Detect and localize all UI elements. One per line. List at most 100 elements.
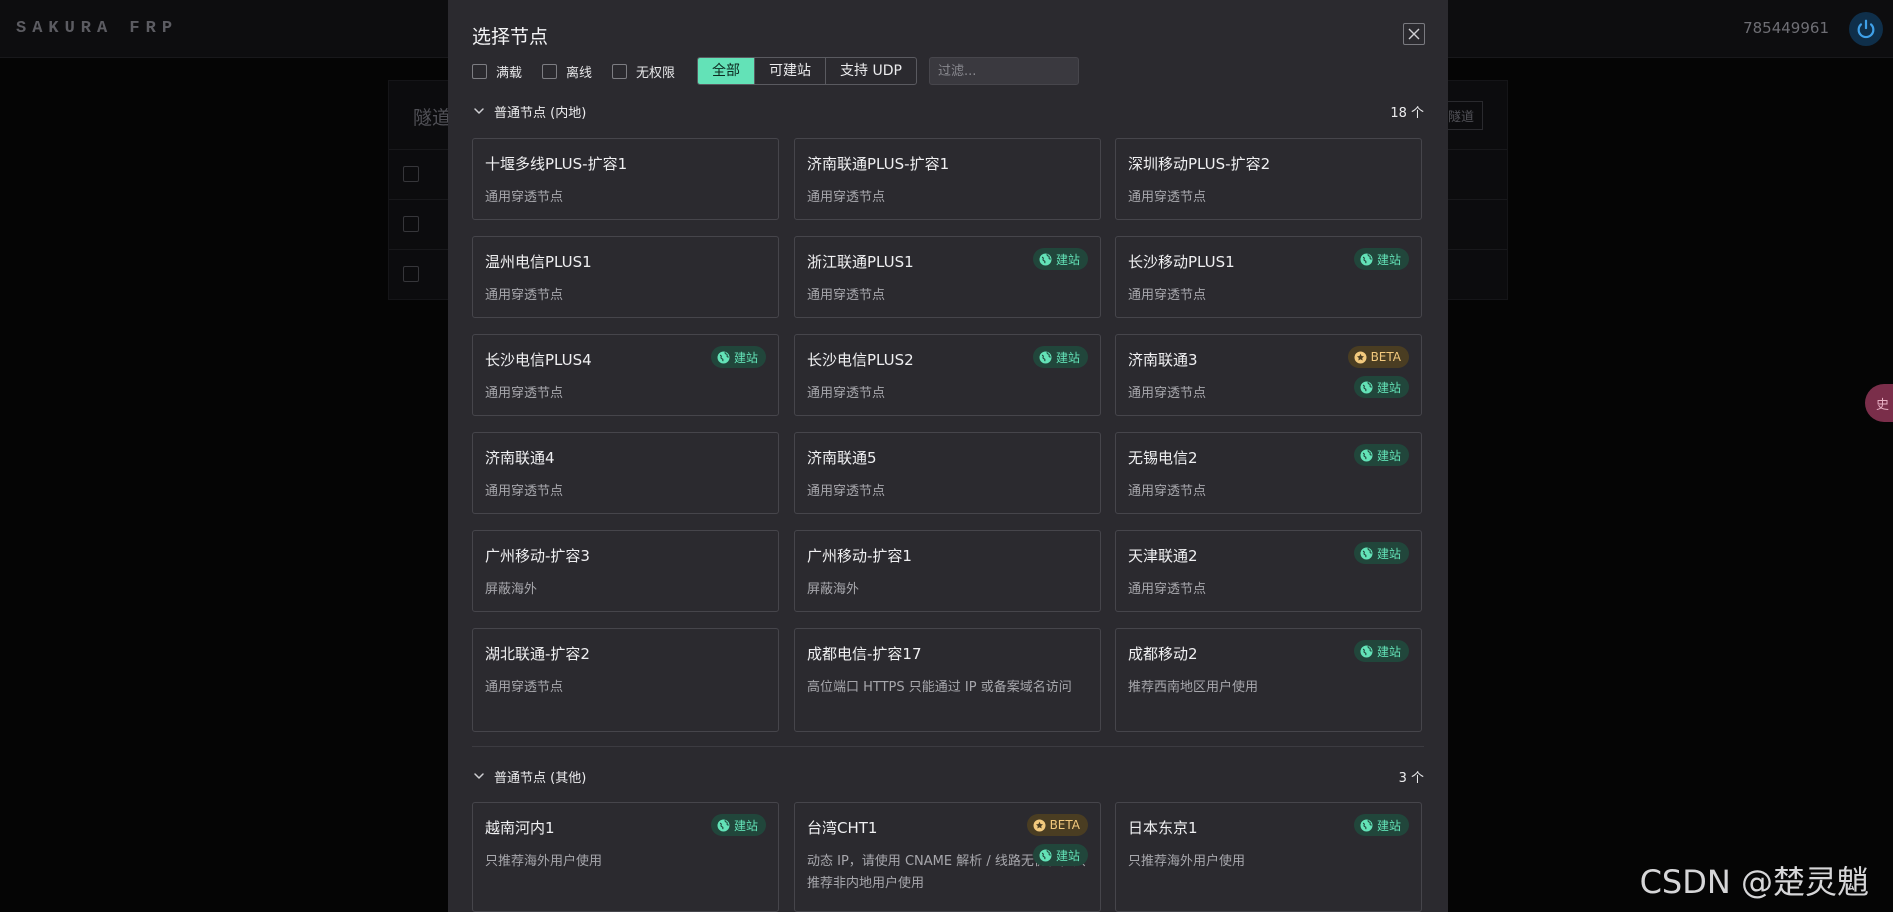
checkbox-box[interactable] [542,63,558,79]
globe-icon [1360,819,1373,831]
row-checkbox[interactable] [403,266,419,282]
node-name: 温州电信PLUS1 [485,253,592,271]
node-name: 十堰多线PLUS-扩容1 [485,155,628,173]
node-card[interactable]: 温州电信PLUS1 通用穿透节点 [472,236,779,318]
node-description: 通用穿透节点 [807,386,886,401]
user-id[interactable]: 785449961 [1743,19,1829,37]
node-description: 屏蔽海外 [807,582,860,597]
badge-label: 建站 [1055,848,1080,863]
node-card[interactable]: 成都电信-扩容17 高位端口 HTTPS 只能通过 IP 或备案域名访问 [794,628,1101,732]
node-description: 通用穿透节点 [1128,190,1207,205]
star-icon [1354,351,1367,363]
node-card[interactable]: 成都移动2 推荐西南地区用户使用 建站 [1115,628,1422,732]
globe-icon [717,351,730,363]
chevron-down-icon [474,108,484,114]
select-node-modal: 选择节点 满载 离线 无权限 全部 可建站 支持 UDP 普通节点 (内地) 18… [448,0,1448,912]
badge-label: 建站 [1376,448,1401,463]
node-card[interactable]: 长沙电信PLUS4 通用穿透节点 建站 [472,334,779,416]
node-description: 通用穿透节点 [485,484,564,499]
node-description: 通用穿透节点 [485,190,564,205]
badge-label: 建站 [1055,350,1080,365]
node-name: 长沙电信PLUS2 [807,351,914,369]
brand-logo[interactable]: SAKURA FRP [16,19,178,38]
node-card[interactable]: 广州移动-扩容1 屏蔽海外 [794,530,1101,612]
node-card[interactable]: 济南联通3 通用穿透节点 BETA 建站 [1115,334,1422,416]
checkbox-label: 满载 [496,65,523,81]
filter-bar: 满载 离线 无权限 全部 可建站 支持 UDP [472,57,1079,85]
group-count: 18 个 [1390,105,1424,121]
power-button[interactable] [1849,12,1883,46]
node-card[interactable]: 台湾CHT1 动态 IP，请使用 CNAME 解析 / 线路无优化，只推荐非内地用… [794,802,1101,912]
node-name: 无锡电信2 [1128,449,1198,467]
node-name: 广州移动-扩容1 [807,547,912,565]
node-description: 通用穿透节点 [807,288,886,303]
web-hosting-badge: 建站 [1353,814,1409,836]
node-type-segmented: 全部 可建站 支持 UDP [697,57,917,85]
globe-icon [1039,351,1052,363]
node-card[interactable]: 十堰多线PLUS-扩容1 通用穿透节点 [472,138,779,220]
badge-label: 建站 [1376,380,1401,395]
tunnel-list-title: 隧道 [413,107,452,129]
node-card[interactable]: 长沙电信PLUS2 通用穿透节点 建站 [794,334,1101,416]
row-checkbox[interactable] [403,216,419,232]
node-description: 通用穿透节点 [807,484,886,499]
globe-icon [1039,253,1052,265]
node-card[interactable]: 湖北联通-扩容2 通用穿透节点 [472,628,779,732]
node-description: 通用穿透节点 [1128,484,1207,499]
node-card[interactable]: 济南联通5 通用穿透节点 [794,432,1101,514]
node-card[interactable]: 长沙移动PLUS1 通用穿透节点 建站 [1115,236,1422,318]
node-name: 越南河内1 [485,819,555,837]
node-description: 通用穿透节点 [807,190,886,205]
globe-icon [1360,253,1373,265]
badge-label: 建站 [1376,818,1401,833]
node-card[interactable]: 广州移动-扩容3 屏蔽海外 [472,530,779,612]
checkbox-label: 离线 [566,65,593,81]
web-hosting-badge: 建站 [1353,542,1409,564]
chevron-down-icon [474,773,484,779]
filter-offline-checkbox[interactable]: 离线 [542,62,592,81]
web-hosting-badge: 建站 [710,346,766,368]
node-card[interactable]: 济南联通4 通用穿透节点 [472,432,779,514]
segment-udp[interactable]: 支持 UDP [826,58,916,84]
filter-full-checkbox[interactable]: 满载 [472,62,522,81]
close-button[interactable] [1403,23,1425,45]
checkbox-box[interactable] [472,63,487,79]
node-name: 成都移动2 [1128,645,1198,663]
node-card[interactable]: 深圳移动PLUS-扩容2 通用穿透节点 [1115,138,1422,220]
modal-title: 选择节点 [472,26,549,48]
globe-icon [1360,547,1373,559]
filter-input[interactable] [928,57,1079,85]
star-icon [1033,819,1046,831]
node-card[interactable]: 越南河内1 只推荐海外用户使用 建站 [472,802,779,912]
node-name: 长沙移动PLUS1 [1128,253,1235,271]
web-hosting-badge: 建站 [1032,346,1088,368]
node-group-header[interactable]: 普通节点 (内地) 18 个 [472,99,1424,123]
node-group-header[interactable]: 普通节点 (其他) 3 个 [472,764,1424,788]
group-divider [472,746,1424,747]
node-name: 济南联通3 [1128,351,1198,369]
filter-no-permission-checkbox[interactable]: 无权限 [612,62,675,81]
beta-badge: BETA [1347,346,1409,368]
node-description: 通用穿透节点 [485,288,564,303]
checkbox-box[interactable] [612,63,628,79]
node-description: 通用穿透节点 [1128,288,1207,303]
node-name: 天津联通2 [1128,547,1198,565]
side-float-tab[interactable]: 史 [1865,384,1893,422]
node-name: 湖北联通-扩容2 [485,645,590,663]
node-name: 济南联通4 [485,449,555,467]
segment-web[interactable]: 可建站 [755,58,827,84]
node-card[interactable]: 天津联通2 通用穿透节点 建站 [1115,530,1422,612]
badge-label: 建站 [1376,546,1401,561]
node-card[interactable]: 日本东京1 只推荐海外用户使用 建站 [1115,802,1422,912]
node-description: 通用穿透节点 [485,680,564,695]
web-hosting-badge: 建站 [1353,640,1409,662]
node-card[interactable]: 无锡电信2 通用穿透节点 建站 [1115,432,1422,514]
node-card[interactable]: 济南联通PLUS-扩容1 通用穿透节点 [794,138,1101,220]
select-all-checkbox[interactable] [403,166,419,182]
node-card[interactable]: 浙江联通PLUS1 通用穿透节点 建站 [794,236,1101,318]
web-hosting-badge: 建站 [710,814,766,836]
segment-all[interactable]: 全部 [698,58,756,84]
node-description: 通用穿透节点 [1128,582,1207,597]
node-name: 成都电信-扩容17 [807,645,922,663]
badge-label: BETA [1049,818,1080,832]
